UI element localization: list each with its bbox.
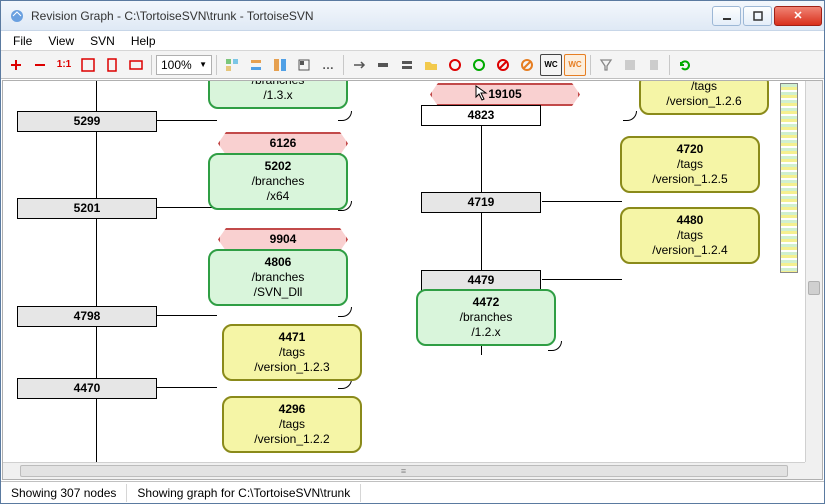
branch-node[interactable]: 5202/branches/x64 — [208, 153, 348, 210]
horizontal-scrollbar[interactable]: ≡ — [3, 462, 805, 479]
circle-red-icon[interactable] — [444, 54, 466, 76]
rev-node[interactable]: 4719 — [421, 192, 541, 213]
menu-help[interactable]: Help — [123, 32, 164, 50]
menu-svn[interactable]: SVN — [82, 32, 123, 50]
disabled1-icon — [619, 54, 641, 76]
rev-node[interactable]: 4823 — [421, 105, 541, 126]
menu-file[interactable]: File — [5, 32, 40, 50]
titlebar[interactable]: Revision Graph - C:\TortoiseSVN\trunk - … — [1, 1, 824, 31]
more-options-icon[interactable]: … — [317, 54, 339, 76]
deleted-node[interactable]: 9904 — [218, 228, 348, 251]
deleted-node[interactable]: 19105 — [430, 83, 580, 106]
collapse-icon[interactable] — [372, 54, 394, 76]
tag-node[interactable]: 4471/tags/version_1.2.3 — [222, 324, 362, 381]
tag-node[interactable]: 4296/tags/version_1.2.2 — [222, 396, 362, 453]
zoom-11-icon[interactable]: 1:1 — [53, 54, 75, 76]
tag-node[interactable]: /tags/version_1.2.6 — [639, 81, 769, 115]
zoom-combo[interactable]: 100%▼ — [156, 55, 212, 75]
menubar: File View SVN Help — [1, 31, 824, 51]
graph-viewport: 5299 5201 4798 4470 /branches/1.3.x 6126… — [2, 80, 823, 480]
deleted-node[interactable]: 6126 — [218, 132, 348, 155]
zoom-out-icon[interactable] — [29, 54, 51, 76]
app-window: Revision Graph - C:\TortoiseSVN\trunk - … — [0, 0, 825, 504]
close-button[interactable]: ✕ — [774, 6, 822, 26]
minimize-crossings-icon[interactable] — [396, 54, 418, 76]
vertical-scrollbar[interactable] — [805, 81, 822, 462]
statusbar: Showing 307 nodes Showing graph for C:\T… — [1, 481, 824, 503]
group-branches-icon[interactable] — [221, 54, 243, 76]
disabled2-icon — [643, 54, 665, 76]
filter-icon[interactable] — [595, 54, 617, 76]
circle-orange-icon[interactable] — [516, 54, 538, 76]
wc-icon[interactable]: WC — [540, 54, 562, 76]
fit-all-icon[interactable] — [125, 54, 147, 76]
arrow-icon[interactable] — [348, 54, 370, 76]
status-graph-path: Showing graph for C:\TortoiseSVN\trunk — [127, 484, 361, 502]
tag-node[interactable]: 4720/tags/version_1.2.5 — [620, 136, 760, 193]
fit-height-icon[interactable] — [101, 54, 123, 76]
zoom-in-icon[interactable] — [5, 54, 27, 76]
rev-node[interactable]: 5201 — [17, 198, 157, 219]
show-overview-icon[interactable] — [293, 54, 315, 76]
toolbar: 1:1 100%▼ … WC WC — [1, 51, 824, 79]
app-icon — [9, 8, 25, 24]
window-title: Revision Graph - C:\TortoiseSVN\trunk - … — [31, 9, 712, 23]
branch-node[interactable]: /branches/1.3.x — [208, 81, 348, 109]
fit-width-icon[interactable] — [77, 54, 99, 76]
wc-orange-icon[interactable]: WC — [564, 54, 586, 76]
refresh-icon[interactable] — [674, 54, 696, 76]
folder-yellow-icon[interactable] — [420, 54, 442, 76]
branch-node[interactable]: 4472/branches/1.2.x — [416, 289, 556, 346]
menu-view[interactable]: View — [40, 32, 82, 50]
tag-node[interactable]: 4480/tags/version_1.2.4 — [620, 207, 760, 264]
maximize-button[interactable] — [743, 6, 772, 26]
oldest-top-icon[interactable] — [245, 54, 267, 76]
graph-canvas[interactable]: 5299 5201 4798 4470 /branches/1.3.x 6126… — [3, 81, 798, 462]
rev-node[interactable]: 4470 — [17, 378, 157, 399]
circle-red2-icon[interactable] — [492, 54, 514, 76]
show-tree-stripes-icon[interactable] — [269, 54, 291, 76]
overview-strip[interactable] — [780, 83, 798, 273]
rev-node[interactable]: 5299 — [17, 111, 157, 132]
rev-node[interactable]: 4479 — [421, 270, 541, 291]
circle-green-icon[interactable] — [468, 54, 490, 76]
minimize-button[interactable] — [712, 6, 741, 26]
rev-node[interactable]: 4798 — [17, 306, 157, 327]
status-node-count: Showing 307 nodes — [1, 484, 127, 502]
branch-node[interactable]: 4806/branches/SVN_Dll — [208, 249, 348, 306]
